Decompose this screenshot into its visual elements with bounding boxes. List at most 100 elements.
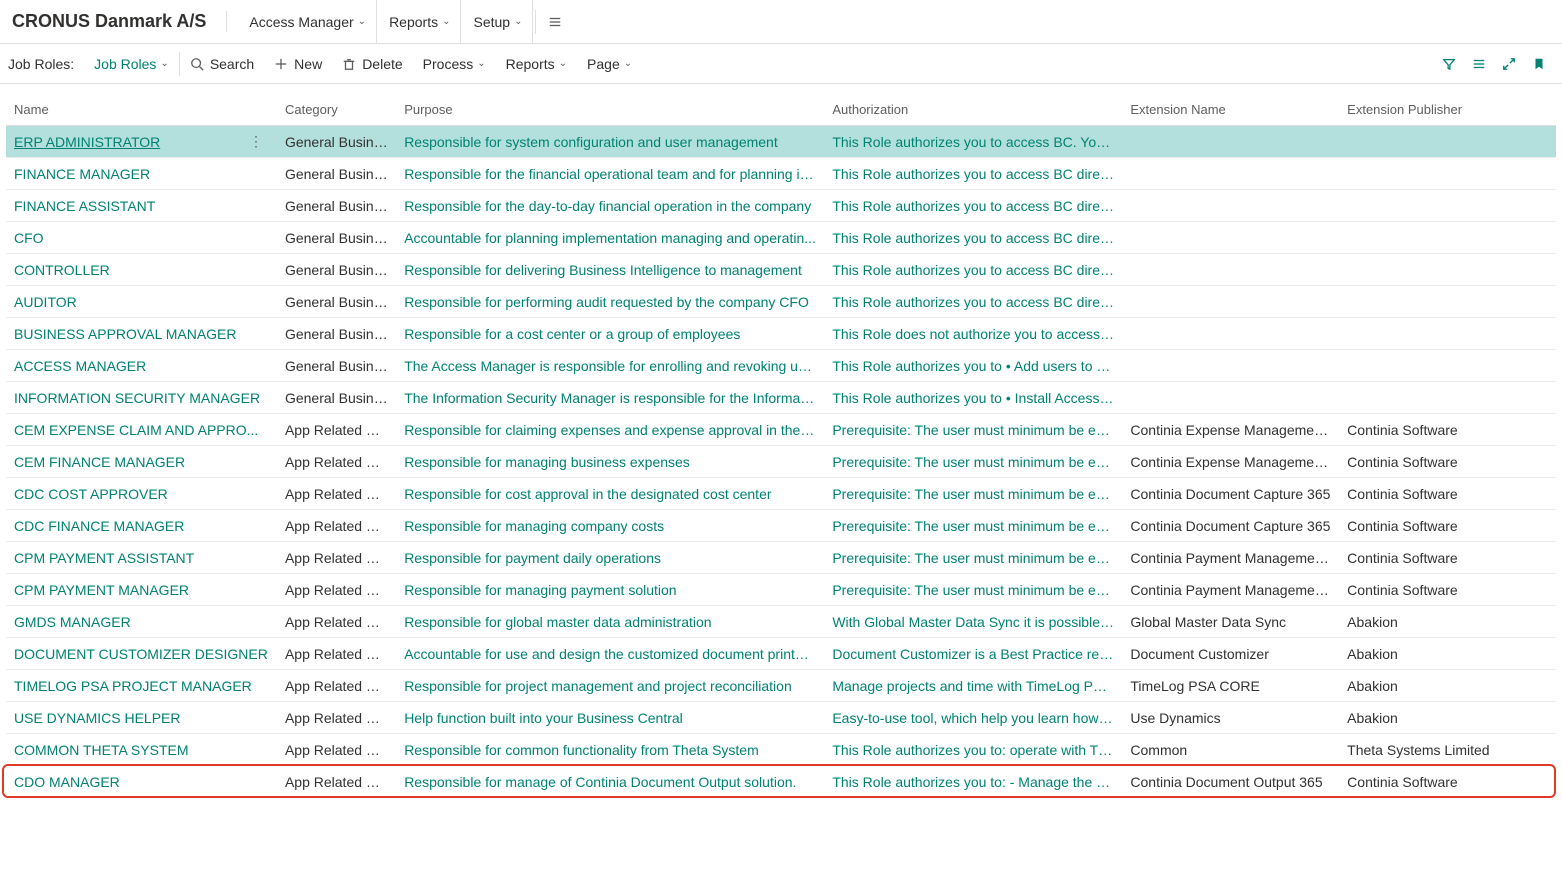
table-row[interactable]: CDC FINANCE MANAGER⋮App Related RoleResp… (6, 510, 1556, 542)
table-row[interactable]: DOCUMENT CUSTOMIZER DESIGNER⋮App Related… (6, 638, 1556, 670)
cell-purpose[interactable]: Responsible for project management and p… (396, 670, 824, 702)
table-row[interactable]: CDC COST APPROVER⋮App Related RoleRespon… (6, 478, 1556, 510)
col-header-purpose[interactable]: Purpose (396, 94, 824, 126)
bookmark-icon[interactable] (1524, 57, 1554, 71)
cell-authorization[interactable]: This Role authorizes you to access BC di… (824, 254, 1122, 286)
filter-icon[interactable] (1434, 57, 1464, 71)
cell-purpose[interactable]: Responsible for the financial operationa… (396, 158, 824, 190)
cell-purpose[interactable]: Responsible for payment daily operations (396, 542, 824, 574)
cell-purpose[interactable]: Accountable for use and design the custo… (396, 638, 824, 670)
page-menu[interactable]: Page ⌄ (577, 44, 642, 83)
cell-authorization[interactable]: This Role authorizes you to access BC di… (824, 190, 1122, 222)
delete-button[interactable]: Delete (332, 44, 412, 83)
table-row[interactable]: ERP ADMINISTRATOR⋮General Busines...Resp… (6, 126, 1556, 158)
cell-authorization[interactable]: Manage projects and time with TimeLog PS… (824, 670, 1122, 702)
cell-authorization[interactable]: Prerequisite: The user must minimum be e… (824, 414, 1122, 446)
table-row[interactable]: COMMON THETA SYSTEM⋮App Related RoleResp… (6, 734, 1556, 766)
table-row[interactable]: CPM PAYMENT MANAGER⋮App Related RoleResp… (6, 574, 1556, 606)
table-row[interactable]: TIMELOG PSA PROJECT MANAGER⋮App Related … (6, 670, 1556, 702)
cell-name[interactable]: INFORMATION SECURITY MANAGER⋮ (6, 382, 277, 414)
cell-name[interactable]: GMDS MANAGER⋮ (6, 606, 277, 638)
cell-purpose[interactable]: Responsible for managing payment solutio… (396, 574, 824, 606)
cell-authorization[interactable]: This Role authorizes you to access BC di… (824, 286, 1122, 318)
cell-purpose[interactable]: Responsible for a cost center or a group… (396, 318, 824, 350)
menu-access-manager[interactable]: Access Manager ⌄ (239, 0, 377, 43)
cell-name[interactable]: CDC FINANCE MANAGER⋮ (6, 510, 277, 542)
cell-authorization[interactable]: With Global Master Data Sync it is possi… (824, 606, 1122, 638)
table-row[interactable]: CONTROLLER⋮General Busines...Responsible… (6, 254, 1556, 286)
cell-name[interactable]: CDO MANAGER⋮ (6, 766, 277, 798)
table-row[interactable]: CEM FINANCE MANAGER⋮App Related RoleResp… (6, 446, 1556, 478)
cell-purpose[interactable]: Responsible for managing company costs (396, 510, 824, 542)
cell-name[interactable]: BUSINESS APPROVAL MANAGER⋮ (6, 318, 277, 350)
cell-name[interactable]: CEM EXPENSE CLAIM AND APPRO...⋮ (6, 414, 277, 446)
cell-authorization[interactable]: This Role does not authorize you to acce… (824, 318, 1122, 350)
col-header-extension-name[interactable]: Extension Name (1122, 94, 1339, 126)
cell-purpose[interactable]: Responsible for manage of Continia Docum… (396, 766, 824, 798)
menu-setup[interactable]: Setup ⌄ (463, 0, 533, 43)
view-selector[interactable]: Job Roles ⌄ (84, 52, 180, 76)
process-menu[interactable]: Process ⌄ (413, 44, 496, 83)
table-row[interactable]: USE DYNAMICS HELPER⋮App Related RoleHelp… (6, 702, 1556, 734)
cell-authorization[interactable]: Prerequisite: The user must minimum be e… (824, 510, 1122, 542)
cell-name[interactable]: COMMON THETA SYSTEM⋮ (6, 734, 277, 766)
cell-authorization[interactable]: This Role authorizes you to: operate wit… (824, 734, 1122, 766)
cell-name[interactable]: TIMELOG PSA PROJECT MANAGER⋮ (6, 670, 277, 702)
list-view-icon[interactable] (1464, 57, 1494, 71)
cell-purpose[interactable]: Responsible for claiming expenses and ex… (396, 414, 824, 446)
table-row[interactable]: CEM EXPENSE CLAIM AND APPRO...⋮App Relat… (6, 414, 1556, 446)
cell-name[interactable]: ACCESS MANAGER⋮ (6, 350, 277, 382)
cell-authorization[interactable]: Prerequisite: The user must minimum be e… (824, 446, 1122, 478)
menu-reports[interactable]: Reports ⌄ (379, 0, 461, 43)
cell-authorization[interactable]: This Role authorizes you to access BC di… (824, 222, 1122, 254)
cell-name[interactable]: FINANCE ASSISTANT⋮ (6, 190, 277, 222)
cell-authorization[interactable]: This Role authorizes you to • Add users … (824, 350, 1122, 382)
cell-name[interactable]: AUDITOR⋮ (6, 286, 277, 318)
table-row[interactable]: FINANCE ASSISTANT⋮General Busines...Resp… (6, 190, 1556, 222)
search-button[interactable]: Search (180, 44, 264, 83)
cell-purpose[interactable]: Responsible for performing audit request… (396, 286, 824, 318)
cell-authorization[interactable]: Easy-to-use tool, which help you learn h… (824, 702, 1122, 734)
cell-purpose[interactable]: Responsible for global master data admin… (396, 606, 824, 638)
cell-purpose[interactable]: The Access Manager is responsible for en… (396, 350, 824, 382)
cell-name[interactable]: CEM FINANCE MANAGER⋮ (6, 446, 277, 478)
cell-purpose[interactable]: Responsible for the day-to-day financial… (396, 190, 824, 222)
cell-authorization[interactable]: Document Customizer is a Best Practice r… (824, 638, 1122, 670)
table-row[interactable]: CFO⋮General Busines...Accountable for pl… (6, 222, 1556, 254)
table-row[interactable]: CPM PAYMENT ASSISTANT⋮App Related RoleRe… (6, 542, 1556, 574)
cell-purpose[interactable]: Responsible for common functionality fro… (396, 734, 824, 766)
cell-purpose[interactable]: Responsible for cost approval in the des… (396, 478, 824, 510)
cell-authorization[interactable]: Prerequisite: The user must minimum be e… (824, 574, 1122, 606)
cell-purpose[interactable]: Responsible for system configuration and… (396, 126, 824, 158)
table-row[interactable]: INFORMATION SECURITY MANAGER⋮General Bus… (6, 382, 1556, 414)
cell-purpose[interactable]: Accountable for planning implementation … (396, 222, 824, 254)
new-button[interactable]: New (264, 44, 332, 83)
col-header-name[interactable]: Name (6, 94, 277, 126)
table-row[interactable]: AUDITOR⋮General Busines...Responsible fo… (6, 286, 1556, 318)
col-header-category[interactable]: Category (277, 94, 396, 126)
cell-authorization[interactable]: This Role authorizes you to: - Manage th… (824, 766, 1122, 798)
cell-name[interactable]: CONTROLLER⋮ (6, 254, 277, 286)
cell-authorization[interactable]: This Role authorizes you to access BC di… (824, 158, 1122, 190)
table-row[interactable]: GMDS MANAGER⋮App Related RoleResponsible… (6, 606, 1556, 638)
cell-name[interactable]: CDC COST APPROVER⋮ (6, 478, 277, 510)
table-row[interactable]: BUSINESS APPROVAL MANAGER⋮General Busine… (6, 318, 1556, 350)
cell-purpose[interactable]: Help function built into your Business C… (396, 702, 824, 734)
cell-authorization[interactable]: Prerequisite: The user must minimum be e… (824, 542, 1122, 574)
cell-name[interactable]: FINANCE MANAGER⋮ (6, 158, 277, 190)
cell-purpose[interactable]: Responsible for managing business expens… (396, 446, 824, 478)
reports-menu[interactable]: Reports ⌄ (496, 44, 577, 83)
cell-authorization[interactable]: This Role authorizes you to access BC. Y… (824, 126, 1122, 158)
cell-name[interactable]: USE DYNAMICS HELPER⋮ (6, 702, 277, 734)
cell-authorization[interactable]: Prerequisite: The user must minimum be e… (824, 478, 1122, 510)
table-row[interactable]: CDO MANAGER⋮App Related RoleResponsible … (6, 766, 1556, 798)
cell-name[interactable]: DOCUMENT CUSTOMIZER DESIGNER⋮ (6, 638, 277, 670)
cell-name[interactable]: CPM PAYMENT MANAGER⋮ (6, 574, 277, 606)
row-actions-icon[interactable]: ⋮ (249, 133, 269, 150)
col-header-authorization[interactable]: Authorization (824, 94, 1122, 126)
cell-purpose[interactable]: Responsible for delivering Business Inte… (396, 254, 824, 286)
cell-authorization[interactable]: This Role authorizes you to • Install Ac… (824, 382, 1122, 414)
cell-name[interactable]: CFO⋮ (6, 222, 277, 254)
table-row[interactable]: FINANCE MANAGER⋮General Busines...Respon… (6, 158, 1556, 190)
table-row[interactable]: ACCESS MANAGER⋮General Busines...The Acc… (6, 350, 1556, 382)
